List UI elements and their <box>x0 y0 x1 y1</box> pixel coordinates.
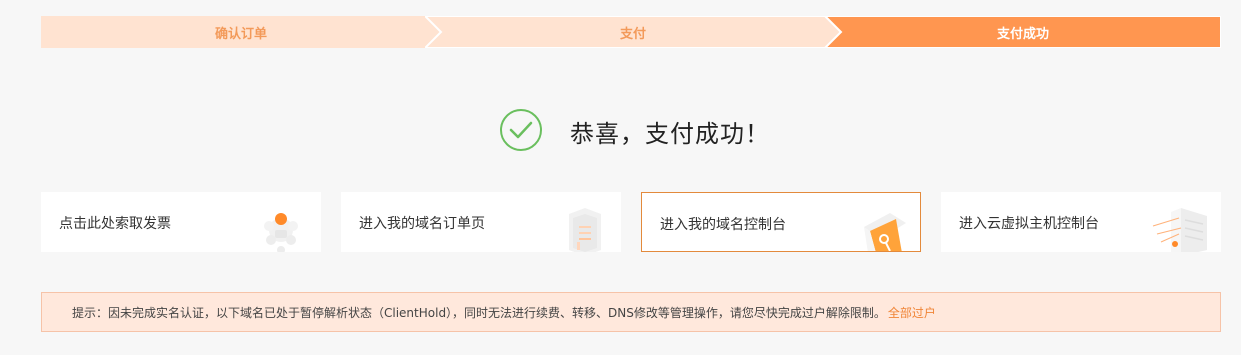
real-name-notice: 提示：因未完成实名认证，以下域名已处于暂停解析状态（ClientHold），同时… <box>41 292 1221 332</box>
invoice-robot-icon <box>264 213 298 252</box>
step-confirm-order: 确认订单 <box>41 16 441 48</box>
card-label: 进入我的域名订单页 <box>359 216 485 232</box>
step-payment: 支付 <box>425 16 841 48</box>
step-payment-success: 支付成功 <box>825 16 1221 48</box>
notice-text: 提示：因未完成实名认证，以下域名已处于暂停解析状态（ClientHold），同时… <box>72 305 886 320</box>
request-invoice-card[interactable]: 点击此处索取发票 <box>41 192 321 252</box>
domain-console-card[interactable]: 进入我的域名控制台 <box>641 192 921 252</box>
domain-orders-card[interactable]: 进入我的域名订单页 <box>341 192 621 252</box>
step-label: 支付成功 <box>996 26 1049 42</box>
card-label: 进入我的域名控制台 <box>660 217 786 233</box>
order-steps: 确认订单 支付 支付成功 <box>41 16 1221 48</box>
console-key-icon <box>864 213 906 251</box>
card-label: 进入云虚拟主机控制台 <box>959 216 1099 232</box>
check-circle-icon <box>500 109 542 151</box>
server-stack-icon <box>1152 208 1207 252</box>
order-stack-icon <box>569 208 601 252</box>
success-banner: 恭喜，支付成功！ <box>0 108 1241 152</box>
card-label: 点击此处索取发票 <box>59 216 171 232</box>
step-label: 支付 <box>619 26 646 42</box>
success-message: 恭喜，支付成功！ <box>570 120 770 148</box>
transfer-all-link[interactable]: 全部过户 <box>888 304 936 321</box>
step-label: 确认订单 <box>214 26 267 42</box>
virtual-host-console-card[interactable]: 进入云虚拟主机控制台 <box>941 192 1221 252</box>
